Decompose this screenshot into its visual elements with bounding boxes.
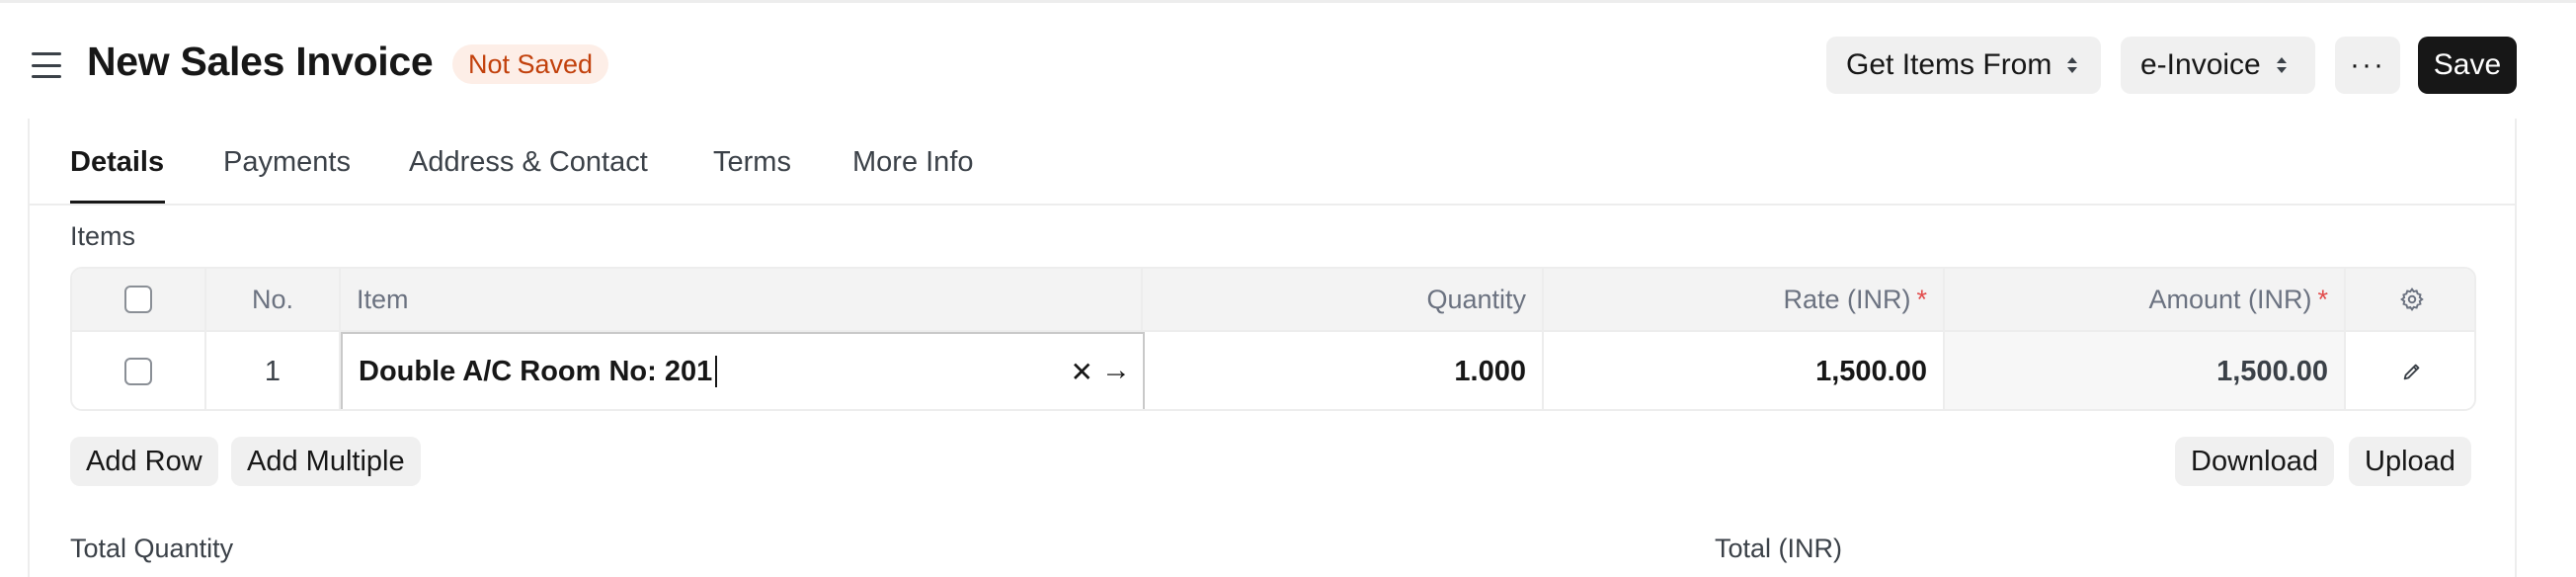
tab-more-info[interactable]: More Info [852,146,974,204]
column-header-amount: Amount (INR) * [1945,269,2346,330]
table-row: 1 Double A/C Room No: 201 ✕ → 1.000 1,50… [72,332,2474,409]
select-all-cell [72,269,206,330]
amount-cell: 1,500.00 [1945,332,2346,409]
more-actions-button[interactable]: ··· [2335,37,2400,94]
page-title: New Sales Invoice [87,39,434,84]
arrow-right-icon[interactable]: → [1101,354,1131,387]
select-arrows-icon [2276,57,2287,73]
page-header: New Sales Invoice Not Saved Get Items Fr… [0,3,2576,120]
e-invoice-label: e-Invoice [2140,48,2261,81]
column-header-no: No. [206,269,341,330]
select-arrows-icon [2067,57,2078,73]
total-inr-label: Total (INR) [1715,534,1843,563]
clear-icon[interactable]: ✕ [1071,356,1093,388]
get-items-from-label: Get Items From [1846,48,2053,81]
tab-terms[interactable]: Terms [713,146,791,204]
items-table-header: No. Item Quantity Rate (INR) * Amount (I… [72,269,2474,332]
item-input-value: Double A/C Room No: 201 [359,355,713,387]
items-section-label: Items [70,221,136,251]
required-marker: * [2317,284,2328,314]
pencil-icon[interactable] [2401,361,2423,382]
upload-button[interactable]: Upload [2349,437,2471,486]
row-checkbox[interactable] [124,358,152,385]
column-settings-cell [2346,269,2474,330]
required-marker: * [1916,284,1927,314]
item-input[interactable]: Double A/C Room No: 201 ✕ → [341,332,1145,409]
row-edit-cell [2346,332,2474,409]
tab-address-contact[interactable]: Address & Contact [409,146,648,204]
select-all-checkbox[interactable] [124,286,152,313]
tab-payments[interactable]: Payments [223,146,351,204]
form-tabs: Details Payments Address & Contact Terms… [30,119,2515,206]
rate-header-label: Rate (INR) [1783,284,1911,314]
e-invoice-button[interactable]: e-Invoice [2121,37,2315,94]
hamburger-menu-icon[interactable] [32,52,61,78]
gear-icon[interactable] [2399,287,2425,312]
total-quantity-label: Total Quantity [70,534,234,563]
status-badge: Not Saved [452,44,609,84]
row-number: 1 [206,332,341,409]
download-button[interactable]: Download [2175,437,2334,486]
add-row-button[interactable]: Add Row [70,437,218,486]
column-header-rate: Rate (INR) * [1544,269,1945,330]
form-card: Details Payments Address & Contact Terms… [28,119,2517,577]
text-cursor [715,356,718,387]
rate-cell[interactable]: 1,500.00 [1544,332,1945,409]
get-items-from-button[interactable]: Get Items From [1826,37,2101,94]
row-select-cell [72,332,206,409]
column-header-quantity: Quantity [1143,269,1544,330]
items-table: No. Item Quantity Rate (INR) * Amount (I… [70,267,2476,411]
tab-details[interactable]: Details [70,146,165,204]
quantity-cell[interactable]: 1.000 [1143,332,1544,409]
add-multiple-button[interactable]: Add Multiple [231,437,421,486]
column-header-item: Item [341,269,1143,330]
save-button[interactable]: Save [2418,37,2517,94]
amount-header-label: Amount (INR) [2148,284,2312,314]
